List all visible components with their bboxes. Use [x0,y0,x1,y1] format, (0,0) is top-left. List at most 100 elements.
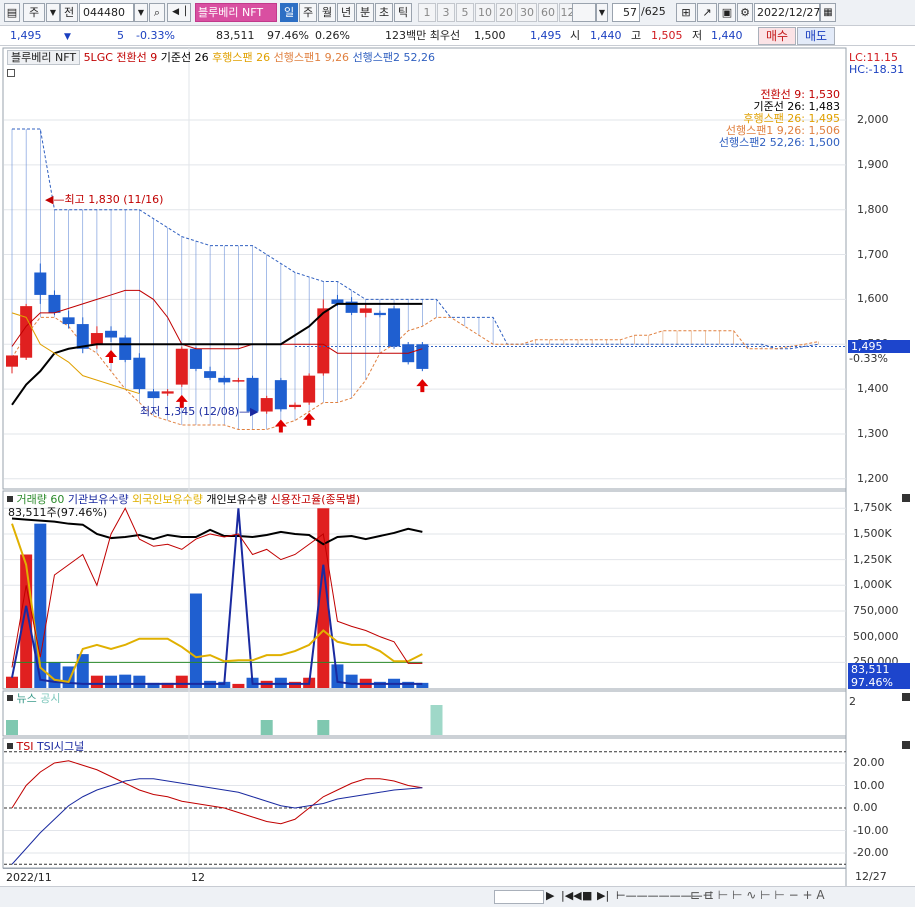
volume-legend-item-1[interactable]: 60 [50,493,68,506]
tsi-y-tick: -20.00 [853,846,889,859]
x-axis: 2022/11 12 [3,868,846,886]
period-tab-6[interactable]: 틱 [394,3,412,22]
buy-button[interactable]: 매수 [758,27,796,45]
date-input[interactable]: 2022/12/27 [754,3,820,22]
volume-bar [373,681,386,688]
interval-button-1[interactable]: 1 [418,3,436,22]
volume-legend-item-2[interactable]: 기관보유수량 [68,493,132,506]
stock-name-field[interactable]: 블루베리 NFT [195,3,277,22]
stock-code-input[interactable]: 044480 [79,3,134,22]
market-select[interactable]: 주 [23,3,45,22]
amount-label: 123백만 최우선 [385,29,461,42]
tsi-y-tick: -10.00 [853,823,889,837]
market-dropdown-icon[interactable]: ▼ [46,3,60,22]
main-legend-item-1[interactable]: 전환선 9 [116,51,160,64]
scrollbar[interactable] [494,890,544,904]
candle-body [189,348,202,369]
candle-body [90,333,103,345]
volume-bar [20,554,33,688]
scroll-right-icon[interactable]: ▶ [546,889,554,902]
period-tab-1[interactable]: 주 [299,3,317,22]
interval-dropdown-icon[interactable]: ▼ [596,3,608,22]
scroll-start-icon[interactable]: |◀◀ [561,889,582,902]
candle-body [175,348,188,385]
indicator-value-4: 선행스팬2 52,26: 1,500 [718,136,840,149]
tsi-legend-item-1[interactable]: TSI시그널 [37,740,84,753]
search-icon[interactable]: ⌕ [149,3,165,22]
news-legend: 뉴스 공시 [7,692,61,706]
price-change-pct: -0.33% [136,29,175,42]
period-tab-2[interactable]: 월 [318,3,336,22]
sell-button[interactable]: 매도 [797,27,835,45]
interval-button-30[interactable]: 30 [517,3,537,22]
tsi-legend: TSI TSI시그널 [7,740,84,754]
count-input[interactable]: 57 [612,3,640,22]
candle-body [105,330,118,338]
news-bar [260,720,273,735]
drawing-tools-icon[interactable]: ⊏ ⊏ ⊢ ⊢ ∿ ⊢ ⊢ − + A [690,888,825,902]
candle-body [260,398,273,412]
candle-body [359,308,372,313]
period-tab-5[interactable]: 초 [375,3,393,22]
current-price-tag-pct: -0.33% [849,352,888,365]
tsi-panel-frame [2,737,847,869]
turnover: 0.26% [315,29,350,42]
toolbar: ▤ 주 ▼ 전 044480 ▼ ⌕ ◀▕ 블루베리 NFT 일주월년분초틱 1… [0,0,915,26]
volume-legend-item-3[interactable]: 외국인보유수량 [132,493,206,506]
main-legend-item-4[interactable]: 선행스팬1 9,26 [274,51,353,64]
main-legend-item-5[interactable]: 선행스팬2 52,26 [353,51,435,64]
interval-button-20[interactable]: 20 [496,3,516,22]
price-y-tick: 1,700 [857,247,889,261]
low-label: 저 [692,29,703,42]
close-tsi-panel-icon[interactable] [902,741,910,749]
save-icon[interactable]: ▣ [718,3,736,22]
main-legend-item-0[interactable]: 5LGC [84,51,117,64]
interval-button-3[interactable]: 3 [437,3,455,22]
period-tab-0[interactable]: 일 [280,3,298,22]
calendar-icon[interactable]: ▦ [820,3,836,22]
price-y-tick: 1,400 [857,382,889,396]
volume-legend-item-0[interactable]: 거래량 [17,493,51,506]
volume-bar [90,675,103,688]
arrow-left-icon: ◀— [45,193,65,206]
prev-button[interactable]: 전 [60,3,78,22]
interval-button-60[interactable]: 60 [538,3,558,22]
interval-blank[interactable] [572,3,596,22]
period-tab-4[interactable]: 분 [356,3,374,22]
chart-canvas[interactable] [0,46,915,907]
volume-panel-frame [2,490,847,690]
interval-button-5[interactable]: 5 [456,3,474,22]
speaker-icon[interactable]: ◀▕ [167,3,191,22]
close-volume-panel-icon[interactable] [902,494,910,502]
price-y-tick: 1,900 [857,157,889,171]
bottom-bar: ▶ |◀◀ ■ ▶| ⊢———————⊣ ⊏ ⊏ ⊢ ⊢ ∿ ⊢ ⊢ − + A [0,886,915,907]
candle-body [62,317,75,325]
menu-icon[interactable]: ▤ [4,3,20,22]
volume-y-tick: 1,000K [853,578,892,592]
high-label: 고 [631,29,642,42]
gear-icon[interactable]: ⚙ [737,3,753,22]
panel-menu-icon[interactable] [7,69,15,77]
volume-y-tick: 750,000 [853,603,899,617]
stop-icon[interactable]: ■ [582,889,592,902]
high-price: 1,505 [651,29,683,42]
code-dropdown-icon[interactable]: ▼ [134,3,148,22]
tsi-legend-item-0[interactable]: TSI [17,740,37,753]
volume-legend-item-5[interactable]: 신용잔고율(종목별) [271,493,361,506]
scroll-end-icon[interactable]: ▶| [597,889,609,902]
candle-body [218,377,231,383]
period-tab-3[interactable]: 년 [337,3,355,22]
candle-body [289,404,301,408]
volume-bar [289,681,301,688]
close-news-panel-icon[interactable] [902,693,910,701]
volume-bar [402,681,415,688]
candle-body [303,375,316,403]
draw-tool-icon[interactable]: ↗ [697,3,717,22]
main-legend-item-3[interactable]: 후행스팬 26 [212,51,273,64]
chart-settings-icon[interactable]: ⊞ [676,3,696,22]
volume-legend-item-4[interactable]: 개인보유수량 [206,493,270,506]
price-y-tick: 1,200 [857,471,889,485]
main-legend-item-2[interactable]: 기준선 26 [161,51,212,64]
count-total: /625 [641,5,666,18]
interval-button-10[interactable]: 10 [475,3,495,22]
